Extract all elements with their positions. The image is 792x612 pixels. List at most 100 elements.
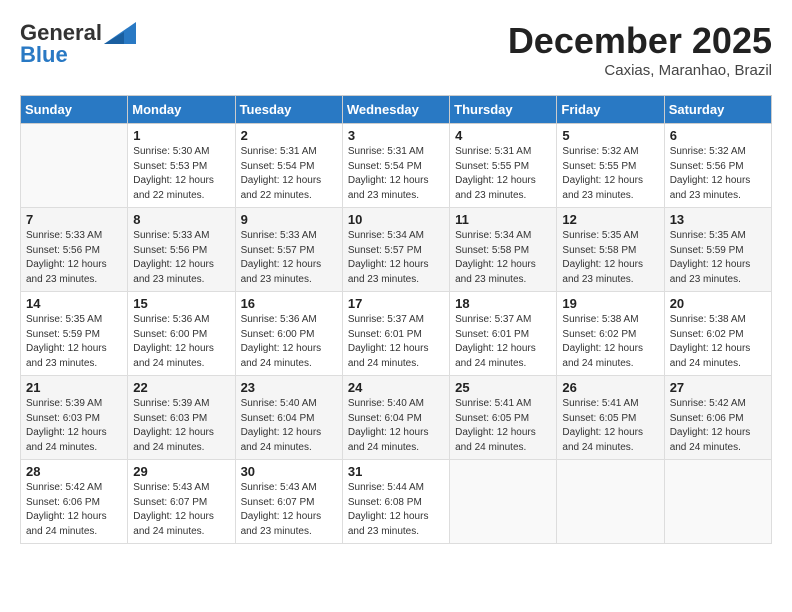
day-info: Sunrise: 5:38 AMSunset: 6:02 PMDaylight:… <box>670 313 766 371</box>
daylight-label: Daylight: 12 hours <box>348 258 444 273</box>
daylight-minutes: and 24 minutes. <box>26 441 122 456</box>
sunrise-text: Sunrise: 5:36 AM <box>133 313 229 328</box>
day-info: Sunrise: 5:33 AMSunset: 5:56 PMDaylight:… <box>26 229 122 287</box>
daylight-label: Daylight: 12 hours <box>133 426 229 441</box>
sunrise-text: Sunrise: 5:34 AM <box>455 229 551 244</box>
daylight-label: Daylight: 12 hours <box>133 174 229 189</box>
day-number: 5 <box>562 128 658 143</box>
day-info: Sunrise: 5:34 AMSunset: 5:58 PMDaylight:… <box>455 229 551 287</box>
weekday-header-wednesday: Wednesday <box>342 96 449 124</box>
sunset-text: Sunset: 5:53 PM <box>133 160 229 175</box>
daylight-minutes: and 23 minutes. <box>348 189 444 204</box>
calendar-cell: 11 Sunrise: 5:34 AMSunset: 5:58 PMDayligh… <box>450 208 557 292</box>
logo: General Blue <box>20 20 136 68</box>
daylight-label: Daylight: 12 hours <box>670 342 766 357</box>
day-info: Sunrise: 5:41 AMSunset: 6:05 PMDaylight:… <box>562 397 658 455</box>
sunset-text: Sunset: 6:04 PM <box>348 412 444 427</box>
day-number: 4 <box>455 128 551 143</box>
daylight-minutes: and 24 minutes. <box>670 441 766 456</box>
sunset-text: Sunset: 5:58 PM <box>562 244 658 259</box>
day-number: 23 <box>241 380 337 395</box>
sunrise-text: Sunrise: 5:42 AM <box>670 397 766 412</box>
sunset-text: Sunset: 5:59 PM <box>670 244 766 259</box>
daylight-minutes: and 24 minutes. <box>670 357 766 372</box>
sunset-text: Sunset: 5:55 PM <box>455 160 551 175</box>
day-info: Sunrise: 5:35 AMSunset: 5:58 PMDaylight:… <box>562 229 658 287</box>
calendar-cell: 23Sunrise: 5:40 AMSunset: 6:04 PMDayligh… <box>235 376 342 460</box>
day-info: Sunrise: 5:43 AMSunset: 6:07 PMDaylight:… <box>133 481 229 539</box>
calendar-cell <box>21 124 128 208</box>
sunrise-text: Sunrise: 5:32 AM <box>562 145 658 160</box>
sunrise-text: Sunrise: 5:41 AM <box>455 397 551 412</box>
day-number: 30 <box>241 464 337 479</box>
daylight-label: Daylight: 12 hours <box>670 174 766 189</box>
day-number: 14 <box>26 296 122 311</box>
daylight-minutes: and 24 minutes. <box>455 357 551 372</box>
sunrise-text: Sunrise: 5:37 AM <box>455 313 551 328</box>
day-info: Sunrise: 5:42 AMSunset: 6:06 PMDaylight:… <box>26 481 122 539</box>
daylight-minutes: and 23 minutes. <box>670 273 766 288</box>
sunrise-text: Sunrise: 5:39 AM <box>26 397 122 412</box>
day-info: Sunrise: 5:40 AMSunset: 6:04 PMDaylight:… <box>348 397 444 455</box>
day-info: Sunrise: 5:30 AMSunset: 5:53 PMDaylight:… <box>133 145 229 203</box>
daylight-label: Daylight: 12 hours <box>455 174 551 189</box>
sunrise-text: Sunrise: 5:40 AM <box>348 397 444 412</box>
calendar-cell: 12 Sunrise: 5:35 AMSunset: 5:58 PMDayligh… <box>557 208 664 292</box>
day-number: 9 <box>241 212 337 227</box>
daylight-minutes: and 23 minutes. <box>455 189 551 204</box>
daylight-label: Daylight: 12 hours <box>241 510 337 525</box>
day-info: Sunrise: 5:44 AMSunset: 6:08 PMDaylight:… <box>348 481 444 539</box>
calendar-cell: 28 Sunrise: 5:42 AMSunset: 6:06 PMDayligh… <box>21 460 128 544</box>
day-number: 26 <box>562 380 658 395</box>
calendar-cell: 9Sunrise: 5:33 AMSunset: 5:57 PMDaylight… <box>235 208 342 292</box>
sunset-text: Sunset: 6:02 PM <box>562 328 658 343</box>
daylight-label: Daylight: 12 hours <box>26 426 122 441</box>
calendar-cell: 20Sunrise: 5:38 AMSunset: 6:02 PMDayligh… <box>664 292 771 376</box>
sunset-text: Sunset: 6:00 PM <box>241 328 337 343</box>
daylight-minutes: and 24 minutes. <box>133 357 229 372</box>
sunset-text: Sunset: 6:06 PM <box>26 496 122 511</box>
sunset-text: Sunset: 5:54 PM <box>241 160 337 175</box>
daylight-minutes: and 23 minutes. <box>562 273 658 288</box>
daylight-label: Daylight: 12 hours <box>348 510 444 525</box>
day-number: 17 <box>348 296 444 311</box>
calendar-cell: 26 Sunrise: 5:41 AMSunset: 6:05 PMDayligh… <box>557 376 664 460</box>
daylight-label: Daylight: 12 hours <box>241 258 337 273</box>
day-info: Sunrise: 5:39 AMSunset: 6:03 PMDaylight:… <box>26 397 122 455</box>
sunset-text: Sunset: 6:07 PM <box>241 496 337 511</box>
daylight-label: Daylight: 12 hours <box>562 174 658 189</box>
sunrise-text: Sunrise: 5:39 AM <box>133 397 229 412</box>
day-number: 28 <box>26 464 122 479</box>
calendar-cell <box>664 460 771 544</box>
day-number: 11 <box>455 212 551 227</box>
calendar-cell: 10Sunrise: 5:34 AMSunset: 5:57 PMDayligh… <box>342 208 449 292</box>
daylight-minutes: and 24 minutes. <box>348 441 444 456</box>
sunset-text: Sunset: 6:05 PM <box>455 412 551 427</box>
weekday-header-friday: Friday <box>557 96 664 124</box>
daylight-minutes: and 24 minutes. <box>348 357 444 372</box>
sunrise-text: Sunrise: 5:33 AM <box>133 229 229 244</box>
day-info: Sunrise: 5:32 AMSunset: 5:55 PMDaylight:… <box>562 145 658 203</box>
day-number: 1 <box>133 128 229 143</box>
day-info: Sunrise: 5:38 AMSunset: 6:02 PMDaylight:… <box>562 313 658 371</box>
sunrise-text: Sunrise: 5:31 AM <box>241 145 337 160</box>
day-info: Sunrise: 5:32 AMSunset: 5:56 PMDaylight:… <box>670 145 766 203</box>
daylight-minutes: and 24 minutes. <box>133 441 229 456</box>
daylight-minutes: and 23 minutes. <box>26 357 122 372</box>
sunrise-text: Sunrise: 5:30 AM <box>133 145 229 160</box>
sunrise-text: Sunrise: 5:42 AM <box>26 481 122 496</box>
daylight-label: Daylight: 12 hours <box>348 174 444 189</box>
day-number: 12 <box>562 212 658 227</box>
sunrise-text: Sunrise: 5:38 AM <box>670 313 766 328</box>
weekday-header-monday: Monday <box>128 96 235 124</box>
daylight-label: Daylight: 12 hours <box>562 342 658 357</box>
day-number: 8 <box>133 212 229 227</box>
day-number: 21 <box>26 380 122 395</box>
sunrise-text: Sunrise: 5:44 AM <box>348 481 444 496</box>
daylight-minutes: and 23 minutes. <box>670 189 766 204</box>
logo-icon <box>104 22 136 44</box>
daylight-label: Daylight: 12 hours <box>26 258 122 273</box>
calendar-cell: 15Sunrise: 5:36 AMSunset: 6:00 PMDayligh… <box>128 292 235 376</box>
day-number: 27 <box>670 380 766 395</box>
daylight-label: Daylight: 12 hours <box>348 426 444 441</box>
